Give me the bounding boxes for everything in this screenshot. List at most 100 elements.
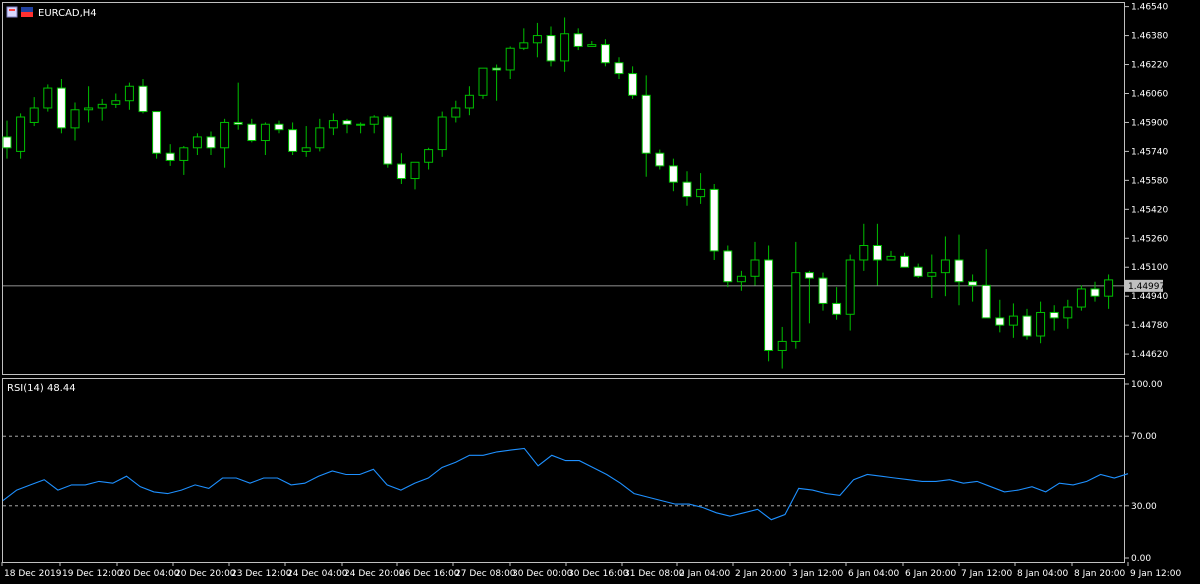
candle-body [1049,311,1059,319]
candle-body [206,136,216,149]
candle-body [968,281,978,286]
candle-body [872,245,882,261]
price-tick-label: 1.44620 [1131,350,1168,360]
candle-body [464,94,474,109]
candle-body [519,42,529,49]
time-tick-label: 9 Jan 12:00 [1130,569,1182,579]
candle-body [614,62,624,75]
price-tick-label: 1.45900 [1131,118,1168,128]
candle-body [43,87,53,109]
candle-body [192,136,202,149]
candle-body [165,152,175,161]
candle-body [696,188,706,198]
price-tick-label: 1.46540 [1131,3,1168,13]
candle-body [750,259,760,277]
time-tick-label: 6 Jan 04:00 [848,569,900,579]
rsi-tick-label: 30.00 [1131,502,1157,512]
chart-symbol-title: EURCAD,H4 [38,8,97,19]
candle [437,111,447,157]
candle-body [301,147,311,152]
candle-body [29,107,39,123]
price-tick-label: 1.45260 [1131,234,1168,244]
time-tick-label: 26 Dec 16:00 [399,569,460,579]
candle-body [1076,288,1086,308]
time-tick-label: 24 Dec 04:00 [287,569,348,579]
candle-body [532,35,542,44]
time-tick-label: 30 Dec 16:00 [568,569,629,579]
candle-body [777,340,787,351]
chart-window: EURCAD,H4 1.46540 1.46380 1.46220 1.46060 1.… [0,0,1200,584]
candle-body [342,120,352,125]
candle-body [124,85,134,102]
candle-body [56,87,66,129]
candle-body [478,67,488,96]
time-tick-label: 30 Dec 00:00 [512,569,573,579]
candle-body [886,255,896,261]
candle-body [396,163,406,180]
candle-body [1090,288,1100,297]
rsi-title: RSI(14) 48.44 [7,383,76,394]
time-tick-label: 23 Dec 12:00 [231,569,292,579]
candle [709,183,719,260]
candle [16,113,26,159]
candle-body [655,152,665,167]
candle-body [641,94,651,154]
candle-body [315,127,325,149]
time-tick-label: 8 Jan 04:00 [1017,569,1069,579]
candle-body [981,284,991,319]
candle-body [804,272,814,279]
price-tick-label: 1.44780 [1131,321,1168,331]
candle-body [927,272,937,277]
candle-body [668,165,678,183]
candle-body [70,109,80,129]
candle-body [356,123,366,126]
candle-body [2,136,12,149]
candle-body [600,44,610,64]
rsi-tick-label: 0.00 [1131,554,1151,564]
time-tick-label: 7 Jan 12:00 [961,569,1013,579]
candle-body [818,277,828,304]
candle-body [832,302,842,315]
candle-body [736,275,746,283]
candle-body [260,123,270,142]
candle-body [138,85,148,113]
candle-body [247,123,257,142]
candle-body [84,107,94,111]
candle-body [587,44,597,47]
candle [764,245,774,362]
time-tick-label: 24 Dec 20:00 [344,569,405,579]
candle [723,245,733,288]
time-tick-label: 6 Jan 20:00 [905,569,957,579]
candle [152,111,162,159]
price-tick-label: 1.45100 [1131,263,1168,273]
candle [43,84,53,112]
rsi-tick-label: 70.00 [1131,432,1157,442]
rsi-tick-label: 100.00 [1131,380,1163,390]
candle-body [492,67,502,71]
time-tick-label: 20 Dec 20:00 [175,569,236,579]
candle-body [900,255,910,268]
candle-body [152,111,162,154]
time-tick-label: 19 Dec 12:00 [62,569,123,579]
candle-body [410,161,420,180]
candle-body [111,100,121,105]
candle-body [179,147,189,161]
candle-body [764,259,774,351]
candle-body [723,250,733,283]
candle-body [940,259,950,274]
price-tick-label: 1.45740 [1131,147,1168,157]
time-tick-label: 20 Dec 04:00 [119,569,180,579]
candle-body [274,123,284,131]
candle-body [1008,315,1018,326]
candle-body [233,121,243,125]
candle-body [682,181,692,198]
candle-body [328,120,338,129]
candle-body [16,116,26,152]
candle-body [546,35,556,62]
time-tick-label: 18 Dec 2019 [4,569,62,579]
price-tick-label: 1.45420 [1131,205,1168,215]
window-restore-icon[interactable] [6,6,18,18]
candle [1076,285,1086,311]
price-tick-label: 1.46060 [1131,89,1168,99]
candle-body [1104,279,1114,297]
